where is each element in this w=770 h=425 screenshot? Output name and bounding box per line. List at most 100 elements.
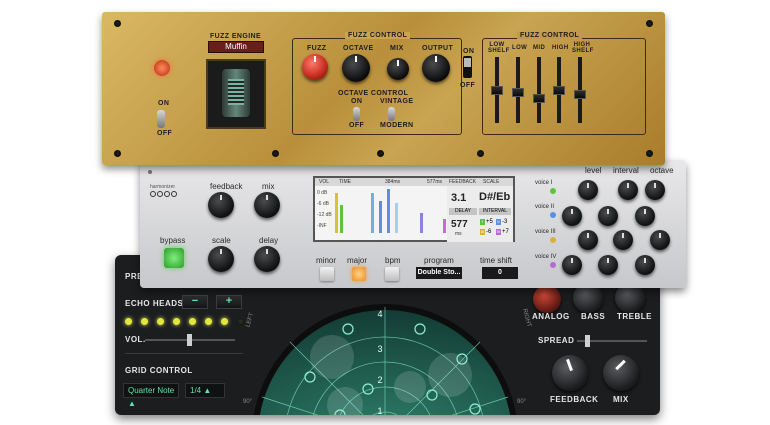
scale-header: SCALE: [483, 179, 500, 185]
mode-minor-label: minor: [316, 256, 337, 265]
power-toggle[interactable]: [157, 110, 165, 128]
delay-knob[interactable]: [254, 246, 280, 272]
grid-division-select[interactable]: 1/4 ▲: [185, 383, 225, 398]
screw-icon: [646, 150, 653, 157]
scale-label: scale: [212, 236, 231, 245]
time-marker-1: 384ms: [385, 179, 401, 185]
interval-value: +7: [502, 229, 509, 235]
interval-tag: IV: [496, 229, 501, 235]
octave-on-label: ON: [351, 98, 363, 105]
eq-fader-handle[interactable]: [512, 88, 524, 98]
mix-knob[interactable]: [254, 192, 280, 218]
fuzz-control-box: [292, 38, 462, 135]
time-shift-field[interactable]: 0: [482, 267, 518, 279]
program-select[interactable]: Double Sto...: [416, 267, 462, 279]
triangle-up-icon: ▲: [128, 399, 136, 408]
db-label: 0 dB: [317, 190, 328, 196]
screw-icon: [114, 20, 121, 27]
octave-toggle[interactable]: [353, 107, 360, 121]
voice-3-indicator[interactable]: [550, 237, 556, 243]
mix-knob[interactable]: [387, 58, 409, 80]
eq-band-label: LOW: [512, 45, 528, 51]
output-knob[interactable]: [422, 54, 450, 82]
analog-label: ANALOG: [532, 312, 570, 321]
harmonizer-plugin-panel: harmonizer bypass feedback mix scale del…: [140, 160, 686, 288]
voice-4-level-knob[interactable]: [562, 255, 582, 275]
power-off-label: OFF: [157, 130, 173, 137]
spread-slider[interactable]: [577, 335, 647, 347]
voice-1-level-knob[interactable]: [578, 180, 598, 200]
vintage-modern-toggle[interactable]: [388, 107, 395, 121]
interval-tag: I: [480, 219, 485, 225]
triangle-up-icon: ▲: [203, 386, 212, 395]
radar-ring-2: 2: [377, 375, 382, 385]
radar-ring-3: 3: [377, 344, 382, 354]
db-label: -INF: [317, 223, 327, 229]
voice-4-indicator[interactable]: [550, 262, 556, 268]
voice-2-interval-knob[interactable]: [598, 206, 618, 226]
voice-1-interval-knob[interactable]: [618, 180, 638, 200]
octave-knob-label: OCTAVE: [343, 45, 374, 52]
interval-value: +5: [486, 219, 493, 225]
feedback-knob[interactable]: [208, 192, 234, 218]
fuzz-control-title: FUZZ CONTROL: [345, 32, 411, 39]
voice-4-octave-knob[interactable]: [635, 255, 655, 275]
voice-4-label: voice IV: [535, 254, 557, 260]
scale-knob[interactable]: [208, 246, 234, 272]
mode-bpm-button[interactable]: [385, 267, 399, 281]
radar-deg-left: 90°: [243, 399, 253, 405]
fuzz-knob-label: FUZZ: [307, 45, 327, 52]
voice-3-label: voice III: [535, 229, 556, 235]
eq-fader-handle[interactable]: [574, 90, 586, 100]
voice-4-interval-knob[interactable]: [598, 255, 618, 275]
eq-fader-handle[interactable]: [491, 85, 503, 95]
mode-minor-button[interactable]: [320, 267, 334, 281]
eq-fader-handle[interactable]: [533, 94, 545, 104]
voice-1-octave-knob[interactable]: [645, 180, 665, 200]
eq-fader-handle[interactable]: [553, 85, 565, 95]
screw-icon: [114, 150, 121, 157]
fuzz-plugin-panel: ON OFF FUZZ ENGINE Muffin FUZZ CONTROL F…: [102, 12, 665, 165]
analog-knob[interactable]: [533, 285, 561, 313]
echo-heads-plus-button[interactable]: +: [216, 295, 242, 309]
mode-major-button[interactable]: [352, 267, 366, 281]
radar-ring-4: 4: [377, 309, 382, 319]
grid-note-value: Quarter Note: [128, 386, 175, 395]
voice-2-indicator[interactable]: [550, 212, 556, 218]
time-shift-label: time shift: [480, 256, 513, 265]
interval-value: -3: [502, 219, 508, 225]
harmonizer-display: VOL TIME 384ms 577ms FEEDBACK SCALE 0 dB…: [313, 176, 515, 242]
interval-header: INTERVAL: [479, 208, 511, 215]
delay-value: 577: [451, 219, 468, 230]
bass-label: BASS: [581, 312, 606, 321]
program-label: program: [424, 256, 454, 265]
voice-3-octave-knob[interactable]: [650, 230, 670, 250]
bypass-button[interactable]: [164, 248, 184, 268]
fuzz-engine-select[interactable]: Muffin: [208, 41, 264, 53]
feedback-knob[interactable]: [552, 355, 588, 391]
eq-fader-track: [537, 57, 541, 123]
voice-2-octave-knob[interactable]: [635, 206, 655, 226]
voice-3-level-knob[interactable]: [578, 230, 598, 250]
bypass-toggle[interactable]: [463, 56, 472, 78]
grid-note-select[interactable]: Quarter Note ▲: [123, 383, 179, 408]
octave-knob[interactable]: [342, 54, 370, 82]
eq-band-label: LOW SHELF: [488, 42, 510, 54]
feedback-header: FEEDBACK: [449, 179, 476, 185]
interval-tag: II: [496, 219, 501, 225]
voice-2-label: voice II: [535, 204, 555, 210]
echo-heads-minus-button[interactable]: −: [182, 295, 208, 309]
voice-1-indicator[interactable]: [550, 188, 556, 194]
level-meter: [335, 186, 446, 242]
mix-knob[interactable]: [603, 355, 639, 391]
voice-2-level-knob[interactable]: [562, 206, 582, 226]
fuzz-knob[interactable]: [302, 54, 328, 80]
vol-slider[interactable]: [145, 334, 235, 346]
mix-label: MIX: [613, 395, 629, 404]
grid-div-value: 1/4: [190, 386, 202, 395]
octave-control-title: OCTAVE CONTROL: [338, 90, 409, 97]
interval-value: -6: [486, 229, 492, 235]
interval-tag: III: [480, 229, 485, 235]
echo-radar-display[interactable]: 4 3 2 1: [250, 287, 520, 415]
voice-3-interval-knob[interactable]: [613, 230, 633, 250]
